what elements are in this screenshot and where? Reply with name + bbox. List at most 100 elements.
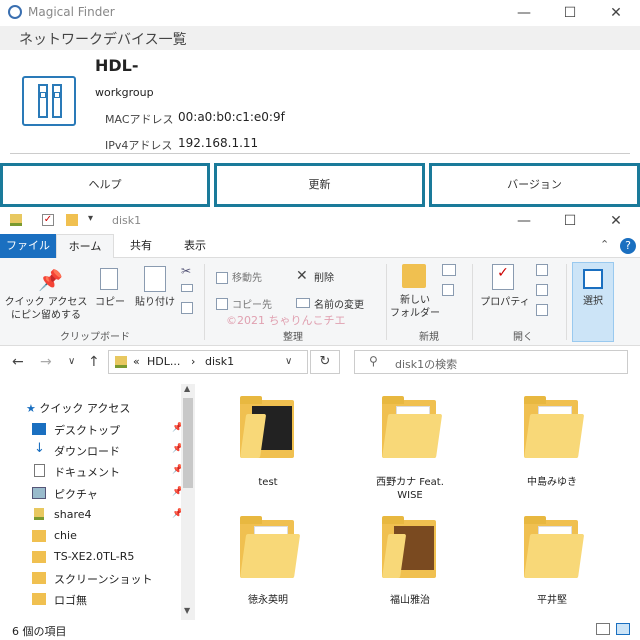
device-workgroup: workgroup [95,86,154,99]
explorer-titlebar: disk1 — ☐ ✕ [0,208,640,234]
folder-item-tokunaga[interactable]: 徳永英明 [218,512,318,612]
properties-button[interactable]: プロパティ [478,296,532,309]
nav-chie[interactable]: chie [32,529,182,543]
folder-item-nakajima[interactable]: 中島みゆき [502,392,602,502]
address-prefix: « [133,355,140,368]
copy-icon[interactable] [100,268,118,290]
folder-item-nishino[interactable]: 西野カナ Feat. WISE [360,392,460,502]
organize-group-label: 整理 [283,332,303,343]
nav-label: share4 [54,508,92,521]
nav-ts-xe[interactable]: TS-XE2.0TL-R5 [32,550,182,564]
details-view-icon[interactable] [596,623,610,635]
help-icon[interactable]: ? [620,238,636,254]
properties-icon[interactable]: ✓ [492,264,514,290]
tab-file[interactable]: ファイル [0,234,56,258]
open-icon[interactable] [536,264,548,276]
version-button[interactable]: バージョン [429,163,640,207]
pin-quick-access-button[interactable]: クイック アクセス にピン留めする [4,296,88,322]
pin-icon[interactable]: 📌 [38,268,63,292]
breadcrumb-hdl[interactable]: HDL... [147,355,180,368]
nav-quick-access[interactable]: ★ クイック アクセス [26,400,130,416]
scroll-down-icon[interactable]: ▼ [184,606,190,615]
watermark: ©2021 ちゃりんこチエ [226,314,346,327]
copy-to-icon[interactable] [216,298,228,310]
search-input[interactable]: disk1の検索 [395,356,457,372]
maximize-button[interactable]: ☐ [548,2,592,24]
copy-path-icon[interactable] [181,284,193,292]
folder-icon [524,516,585,578]
new-group-label: 新規 [419,332,439,343]
new-folder-icon[interactable] [402,264,426,288]
large-icons-view-icon[interactable] [616,623,630,635]
tab-view[interactable]: 表示 [170,234,220,258]
new-item-icon[interactable] [442,264,456,276]
scroll-thumb[interactable] [183,398,193,488]
help-button[interactable]: ヘルプ [0,163,210,207]
app-title: Magical Finder [28,5,115,19]
edit-icon[interactable] [536,284,548,296]
item-label: 徳永英明 [248,595,288,606]
nav-scrollbar[interactable]: ▲ ▼ [181,384,195,620]
back-button[interactable]: ← [12,354,24,370]
properties-check-icon[interactable]: ✓ [42,214,54,226]
ribbon-collapse-icon[interactable]: ⌃ [600,238,609,251]
scroll-up-icon[interactable]: ▲ [184,384,190,393]
open-group-label: 開く [513,332,533,343]
delete-button[interactable]: 削除 [314,272,354,285]
copy-to-button[interactable]: コピー先 [232,299,292,312]
delete-icon[interactable]: ✕ [296,268,308,284]
history-icon[interactable] [536,304,548,316]
nav-label: ダウンロード [54,445,120,458]
download-icon: ↓ [34,441,45,456]
folder-icon [382,396,443,458]
paste-icon[interactable] [144,266,166,292]
close-button[interactable]: ✕ [594,2,638,24]
refresh-icon[interactable]: ↻ [310,350,340,374]
paste-button[interactable]: 貼り付け [130,296,180,309]
explorer-minimize-button[interactable]: — [502,210,546,232]
folder-item-test[interactable]: test [218,392,318,502]
folder-icon [240,396,294,458]
customize-dropdown-icon[interactable]: ▾ [88,213,93,224]
explorer-maximize-button[interactable]: ☐ [548,210,592,232]
explorer-close-button[interactable]: ✕ [594,210,638,232]
device-name: HDL- [95,56,139,75]
picture-icon [32,487,46,499]
new-folder-quick-icon[interactable] [66,214,78,226]
minimize-button[interactable]: — [502,2,546,24]
search-icon: ⚲ [369,354,378,368]
folder-icon [32,551,46,563]
cut-icon[interactable]: ✂ [181,264,191,278]
copy-button[interactable]: コピー [92,296,128,309]
address-bar[interactable]: « HDL... › disk1 ∨ [108,350,308,374]
section-header: ネットワークデバイス一覧 [0,26,640,50]
document-icon [34,464,45,477]
clipboard-group-label: クリップボード [60,332,130,343]
folder-item-hirai[interactable]: 平井堅 [502,512,602,612]
new-folder-button[interactable]: 新しい フォルダー [388,294,442,320]
tab-home[interactable]: ホーム [56,234,114,258]
nav-screenshots[interactable]: スクリーンショット [32,571,182,586]
item-count: 6 個の項目 [12,625,67,638]
paste-shortcut-icon[interactable] [181,302,193,314]
recent-dropdown-icon[interactable]: ∨ [68,356,75,367]
move-to-button[interactable]: 移動先 [232,272,292,285]
move-to-icon[interactable] [216,272,228,284]
breadcrumb-disk1[interactable]: disk1 [205,355,234,368]
status-bar: 6 個の項目 [0,620,640,640]
folder-icon [32,530,46,542]
nav-logo-none[interactable]: ロゴ無 [32,592,182,607]
address-dropdown-icon[interactable]: ∨ [285,356,292,367]
refresh-button[interactable]: 更新 [214,163,425,207]
search-box[interactable]: ⚲ disk1の検索 [354,350,628,374]
easy-access-icon[interactable] [442,284,454,296]
tab-share[interactable]: 共有 [118,234,164,258]
up-button[interactable]: ↑ [88,354,100,370]
item-label: 平井堅 [537,595,567,606]
quick-access-icon[interactable] [10,214,22,226]
rename-button[interactable]: 名前の変更 [314,299,380,312]
forward-button[interactable]: → [40,354,52,370]
select-button[interactable]: 選択 [572,262,614,342]
folder-item-fukuyama[interactable]: 福山雅治 [360,512,460,612]
rename-icon[interactable] [296,298,310,308]
